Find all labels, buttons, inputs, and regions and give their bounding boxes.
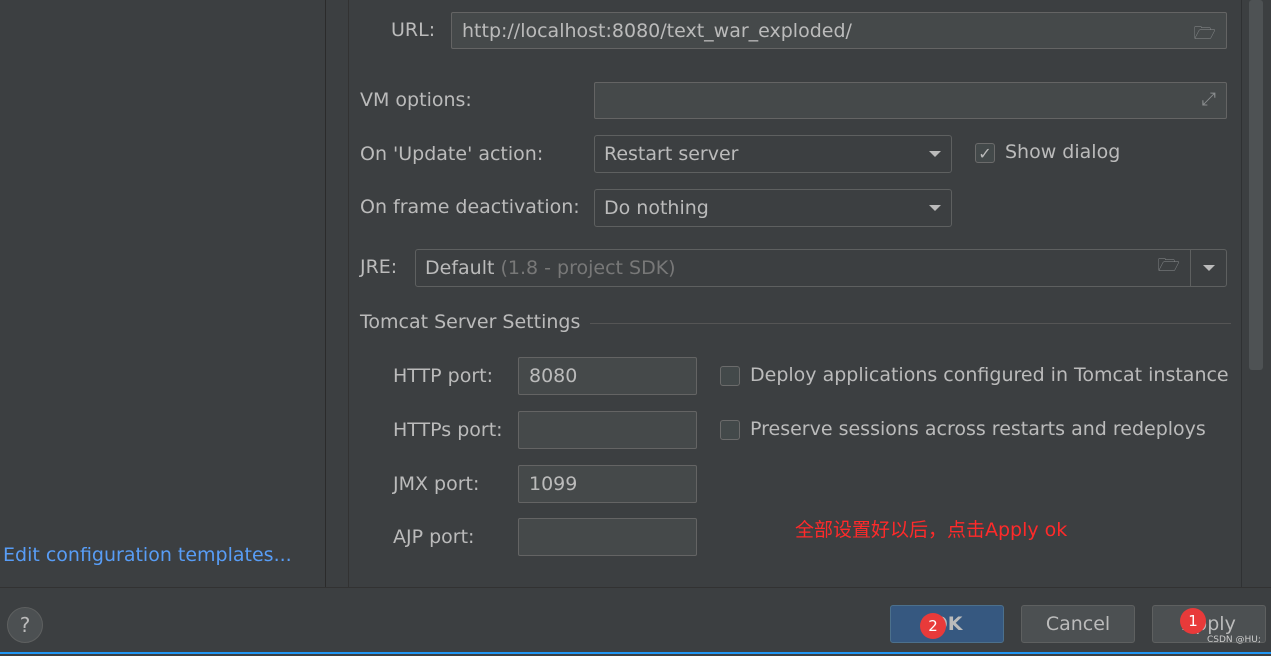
scrollbar-thumb[interactable] (1249, 0, 1263, 370)
ajp-port-label: AJP port: (393, 526, 475, 548)
watermark: CSDN @HU; (1207, 635, 1261, 645)
section-divider (590, 323, 1231, 324)
frame-deactivation-value: Do nothing (604, 197, 709, 219)
annotation-text: 全部设置好以后，点击Apply ok (795, 519, 1068, 541)
ok-button[interactable]: OK (890, 605, 1004, 643)
folder-icon[interactable]: 🗁 (1148, 253, 1190, 283)
show-dialog-checkbox[interactable]: ✓ (975, 143, 995, 163)
vm-options-input[interactable]: ⤢ (594, 82, 1227, 119)
jre-select[interactable]: Default (1.8 - project SDK) 🗁 (415, 249, 1227, 287)
jre-label: JRE: (360, 256, 398, 278)
url-value: http://localhost:8080/text_war_exploded/ (462, 19, 852, 42)
frame-deactivation-label: On frame deactivation: (360, 196, 580, 218)
edit-configuration-templates-link[interactable]: Edit configuration templates... (3, 544, 292, 566)
url-label: URL: (391, 19, 436, 41)
annotation-badge-ok: 2 (920, 613, 946, 639)
https-port-input[interactable] (518, 411, 697, 449)
update-action-select[interactable]: Restart server (594, 135, 952, 173)
jre-hint: (1.8 - project SDK) (500, 257, 676, 279)
ajp-port-input[interactable] (518, 518, 697, 556)
configuration-tree-panel (0, 0, 326, 587)
http-port-label: HTTP port: (393, 365, 494, 387)
deploy-apps-label[interactable]: Deploy applications configured in Tomcat… (750, 364, 1229, 386)
checkmark-icon: ✓ (978, 143, 992, 163)
jre-value: Default (425, 257, 495, 279)
expand-icon[interactable]: ⤢ (1202, 89, 1216, 110)
preserve-sessions-checkbox[interactable] (720, 420, 740, 440)
chevron-down-icon (929, 151, 941, 157)
tomcat-section-title: Tomcat Server Settings (360, 311, 581, 333)
vm-options-label: VM options: (360, 89, 472, 111)
selection-edge (0, 652, 1271, 654)
show-dialog-label[interactable]: Show dialog (1005, 141, 1120, 163)
https-port-label: HTTPs port: (393, 419, 503, 441)
frame-deactivation-select[interactable]: Do nothing (594, 189, 952, 227)
panel-divider[interactable] (327, 0, 349, 587)
url-input[interactable]: http://localhost:8080/text_war_exploded/… (451, 12, 1227, 49)
update-action-label: On 'Update' action: (360, 143, 544, 165)
update-action-value: Restart server (604, 143, 739, 165)
annotation-badge-apply: 1 (1180, 608, 1206, 634)
chevron-down-icon[interactable] (1202, 265, 1215, 271)
chevron-down-icon (929, 205, 941, 211)
help-button[interactable]: ? (7, 607, 43, 643)
deploy-apps-checkbox[interactable] (720, 366, 740, 386)
jmx-port-input[interactable]: 1099 (518, 465, 697, 503)
http-port-input[interactable]: 8080 (518, 357, 697, 395)
folder-icon[interactable]: 🗁 (1194, 21, 1216, 51)
cancel-button[interactable]: Cancel (1021, 605, 1135, 643)
preserve-sessions-label[interactable]: Preserve sessions across restarts and re… (750, 418, 1206, 440)
jmx-port-label: JMX port: (393, 473, 480, 495)
